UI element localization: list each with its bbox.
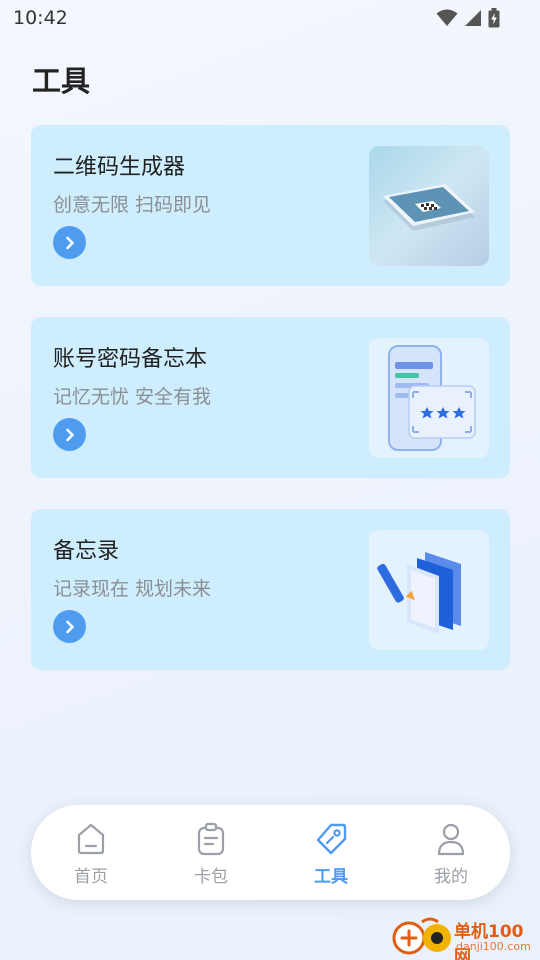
chevron-right-button[interactable] bbox=[53, 226, 86, 259]
card-title: 备忘录 bbox=[53, 539, 120, 564]
qr-phone-illustration bbox=[369, 146, 489, 266]
chevron-right-button[interactable] bbox=[53, 610, 86, 643]
tab-wallet[interactable]: 卡包 bbox=[151, 805, 271, 900]
tab-label: 我的 bbox=[434, 867, 468, 887]
bottom-tab-bar: 首页 卡包 工具 我的 bbox=[31, 805, 510, 900]
chevron-right-button[interactable] bbox=[53, 418, 86, 451]
danji-logo-icon bbox=[392, 917, 451, 955]
user-icon bbox=[437, 823, 465, 856]
tag-icon bbox=[316, 823, 347, 855]
chevron-right-icon bbox=[65, 428, 74, 441]
chevron-right-icon bbox=[65, 236, 74, 249]
card-password-notebook[interactable]: 账号密码备忘本 记忆无忧 安全有我 bbox=[31, 317, 510, 478]
card-memo[interactable]: 备忘录 记录现在 规划未来 bbox=[31, 509, 510, 670]
tab-label: 卡包 bbox=[194, 867, 228, 887]
notebook-pen-icon bbox=[377, 552, 461, 634]
card-title: 账号密码备忘本 bbox=[53, 347, 208, 372]
battery-icon bbox=[488, 8, 500, 28]
password-phone-illustration bbox=[369, 338, 489, 458]
cellular-signal-icon bbox=[465, 10, 481, 26]
status-time: 10:42 bbox=[13, 7, 68, 29]
tab-label: 工具 bbox=[314, 867, 348, 887]
page-title: 工具 bbox=[32, 64, 91, 98]
home-icon bbox=[77, 823, 105, 855]
password-icon bbox=[388, 345, 476, 451]
watermark-url: danji100.com bbox=[456, 940, 531, 953]
card-title: 二维码生成器 bbox=[53, 155, 186, 180]
watermark: 单机100网 danji100.com bbox=[392, 912, 540, 960]
card-qr-generator[interactable]: 二维码生成器 创意无限 扫码即见 bbox=[31, 125, 510, 286]
card-subtitle: 创意无限 扫码即见 bbox=[53, 194, 212, 216]
tab-mine[interactable]: 我的 bbox=[391, 805, 511, 900]
status-bar: 10:42 bbox=[0, 0, 540, 36]
tab-home[interactable]: 首页 bbox=[31, 805, 151, 900]
watermark-text: 单机100网 bbox=[454, 922, 524, 960]
clipboard-icon bbox=[197, 822, 225, 856]
tab-label: 首页 bbox=[74, 867, 108, 887]
wifi-icon bbox=[436, 9, 458, 26]
phone-qr-icon bbox=[383, 184, 475, 231]
memo-illustration bbox=[369, 530, 489, 650]
card-subtitle: 记录现在 规划未来 bbox=[53, 578, 212, 600]
card-subtitle: 记忆无忧 安全有我 bbox=[53, 386, 212, 408]
status-icons bbox=[436, 8, 500, 28]
chevron-right-icon bbox=[65, 620, 74, 633]
tab-tools[interactable]: 工具 bbox=[271, 805, 391, 900]
